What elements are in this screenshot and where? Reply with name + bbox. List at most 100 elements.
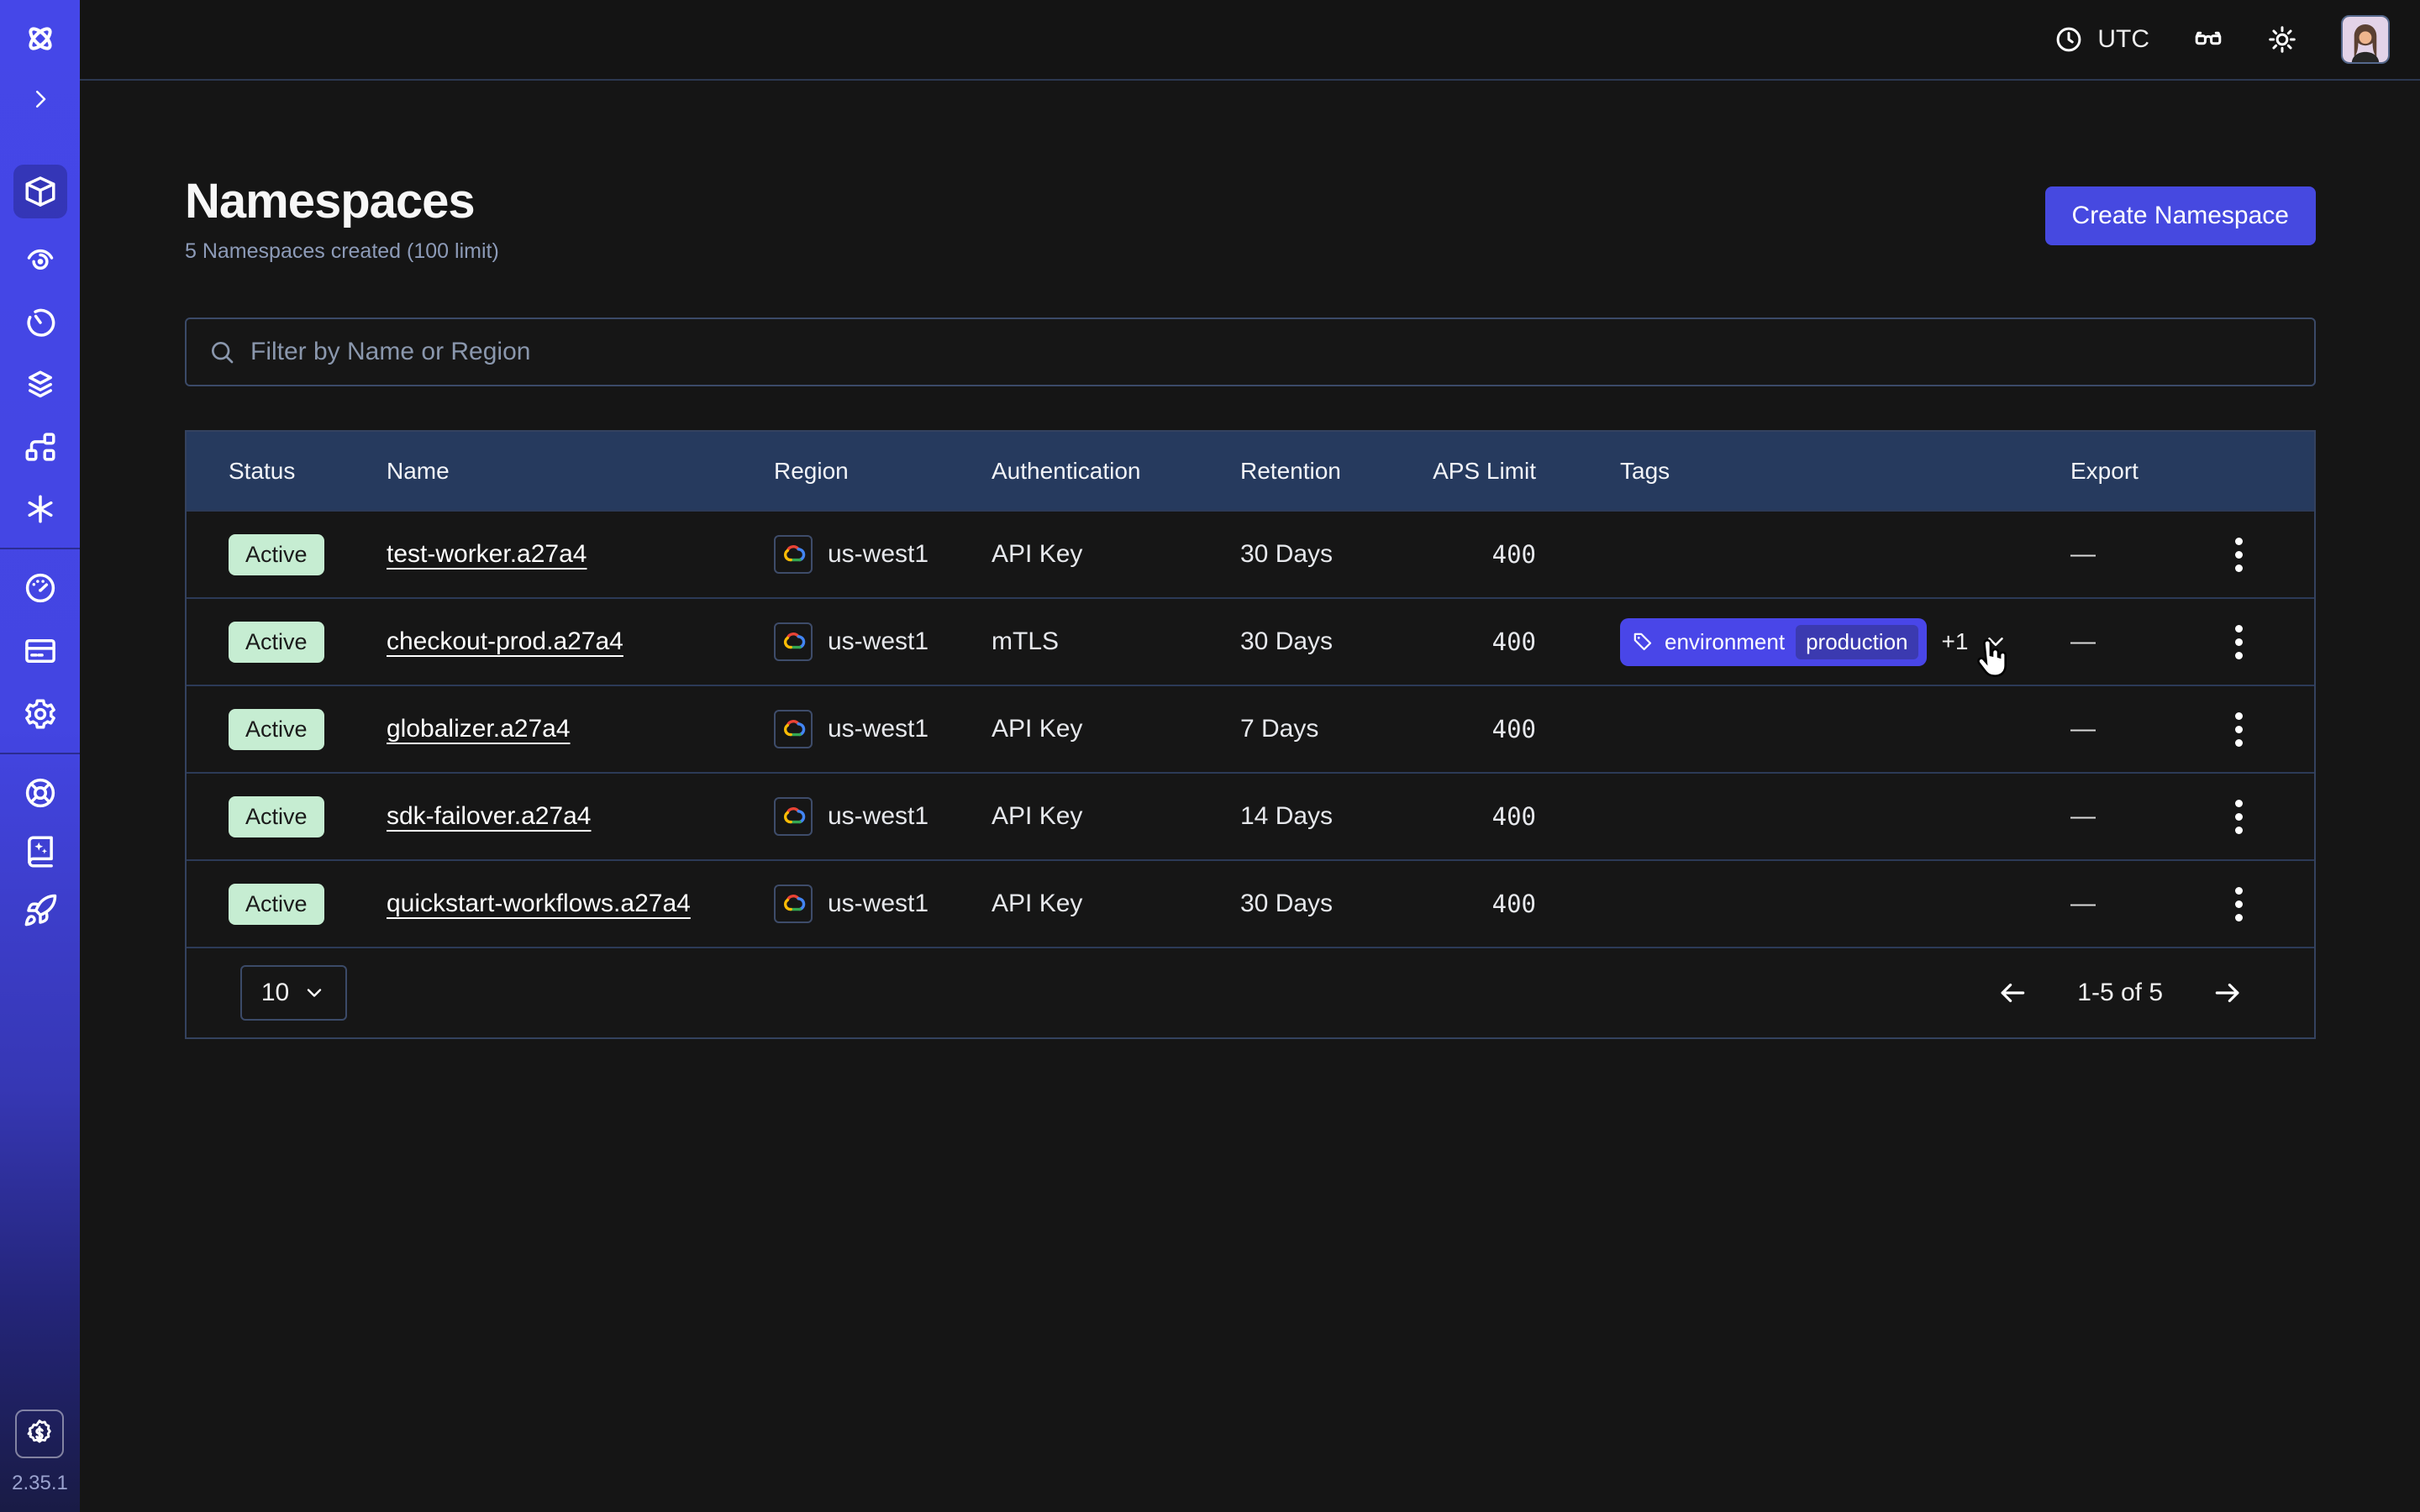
expand-sidebar-icon[interactable] <box>0 79 80 119</box>
glasses-icon[interactable] <box>2193 24 2223 55</box>
filter-input[interactable] <box>250 338 2292 366</box>
table-header: Status Name Region Authentication Retent… <box>187 432 2314 510</box>
spiral-eye-icon <box>23 243 58 278</box>
sidebar-item-deployments[interactable] <box>0 427 80 467</box>
export-value: — <box>2070 540 2196 569</box>
namespace-link[interactable]: globalizer.a27a4 <box>387 715 571 743</box>
credit-card-icon <box>23 633 58 669</box>
filter-bar <box>185 318 2316 386</box>
region-cell: us-west1 <box>774 885 992 923</box>
region-cell: us-west1 <box>774 622 992 661</box>
auth-cell: mTLS <box>992 627 1240 656</box>
col-status: Status <box>229 458 387 485</box>
chevron-down-icon <box>302 981 326 1005</box>
gcp-cloud-icon <box>774 622 813 661</box>
sidebar-item-settings[interactable] <box>0 694 80 734</box>
sun-icon[interactable] <box>2267 24 2297 55</box>
row-menu-button[interactable] <box>2230 882 2248 927</box>
status-badge: Active <box>229 534 324 575</box>
sidebar-item-getting-started[interactable] <box>0 890 80 931</box>
timezone-selector[interactable]: UTC <box>2054 24 2149 55</box>
clock-icon <box>2054 24 2084 55</box>
namespace-link[interactable]: sdk-failover.a27a4 <box>387 802 592 830</box>
namespaces-table: Status Name Region Authentication Retent… <box>185 430 2316 1039</box>
layers-icon <box>23 367 58 402</box>
row-menu-button[interactable] <box>2230 707 2248 752</box>
status-badge: Active <box>229 796 324 837</box>
aps-value: 400 <box>1492 627 1536 656</box>
status-badge: Active <box>229 622 324 663</box>
prev-page-icon[interactable] <box>1996 977 2028 1009</box>
sidebar-item-docs[interactable] <box>0 832 80 872</box>
topbar: UTC <box>80 0 2420 81</box>
namespace-link[interactable]: quickstart-workflows.a27a4 <box>387 890 691 917</box>
col-export: Export <box>2070 458 2196 485</box>
namespace-link[interactable]: test-worker.a27a4 <box>387 540 587 568</box>
cube-icon <box>23 174 58 209</box>
auth-cell: API Key <box>992 890 1240 918</box>
credits-button[interactable] <box>15 1410 64 1458</box>
sidebar-item-schedules[interactable] <box>0 302 80 343</box>
table-footer: 10 1-5 of 5 <box>187 947 2314 1037</box>
tag-key: environment <box>1665 629 1785 655</box>
gcp-cloud-icon <box>774 797 813 836</box>
namespace-count: 5 Namespaces created (100 limit) <box>185 239 499 264</box>
region-cell: us-west1 <box>774 535 992 574</box>
sidebar-item-spiral-eye[interactable] <box>0 240 80 281</box>
tag-pill[interactable]: environment production <box>1620 618 1927 666</box>
gcp-cloud-icon <box>774 710 813 748</box>
user-avatar[interactable] <box>2341 15 2390 64</box>
page-size-select[interactable]: 10 <box>240 965 347 1021</box>
asterisk-icon <box>23 491 58 527</box>
next-page-icon[interactable] <box>2212 977 2244 1009</box>
dollar-badge-icon <box>24 1418 55 1450</box>
main-content: Namespaces 5 Namespaces created (100 lim… <box>80 81 2420 1512</box>
namespace-link[interactable]: checkout-prod.a27a4 <box>387 627 623 655</box>
row-menu-button[interactable] <box>2230 620 2248 664</box>
status-badge: Active <box>229 709 324 750</box>
region-cell: us-west1 <box>774 710 992 748</box>
col-name: Name <box>387 458 774 485</box>
tag-icon <box>1632 631 1654 653</box>
export-value: — <box>2070 802 2196 831</box>
retention-cell: 7 Days <box>1240 715 1431 743</box>
tag-value: production <box>1796 625 1918 659</box>
status-badge: Active <box>229 884 324 925</box>
region-cell: us-west1 <box>774 797 992 836</box>
export-value: — <box>2070 627 2196 656</box>
table-row: Active test-worker.a27a4 us-west1 API Ke… <box>187 510 2314 597</box>
row-menu-button[interactable] <box>2230 533 2248 577</box>
timer-icon <box>23 305 58 340</box>
table-row: Active sdk-failover.a27a4 us-west1 API K… <box>187 772 2314 859</box>
retention-cell: 30 Days <box>1240 627 1431 656</box>
sidebar-item-namespaces[interactable] <box>13 165 67 218</box>
sidebar-divider <box>0 548 80 549</box>
sidebar-item-nexus[interactable] <box>0 489 80 529</box>
search-icon <box>208 339 235 365</box>
gauge-icon <box>23 570 58 606</box>
page-title: Namespaces <box>185 173 499 229</box>
col-retention: Retention <box>1240 458 1431 485</box>
temporal-logo-icon[interactable] <box>0 18 80 59</box>
retention-cell: 14 Days <box>1240 802 1431 831</box>
sidebar: 2.35.1 <box>0 0 80 1512</box>
table-row: Active globalizer.a27a4 us-west1 API Key… <box>187 685 2314 772</box>
table-row: Active quickstart-workflows.a27a4 us-wes… <box>187 859 2314 947</box>
col-tags: Tags <box>1620 458 2070 485</box>
timezone-label: UTC <box>2097 25 2149 54</box>
sidebar-item-usage[interactable] <box>0 568 80 608</box>
create-namespace-button[interactable]: Create Namespace <box>2045 186 2316 245</box>
sidebar-item-billing[interactable] <box>0 631 80 671</box>
sidebar-item-support[interactable] <box>0 773 80 813</box>
col-region: Region <box>774 458 992 485</box>
app-version: 2.35.1 <box>12 1472 68 1495</box>
tag-more-count: +1 <box>1942 628 1969 655</box>
sidebar-item-batch[interactable] <box>0 365 80 405</box>
life-ring-icon <box>23 775 58 811</box>
gear-icon <box>23 696 58 732</box>
aps-value: 400 <box>1492 890 1536 918</box>
sidebar-divider <box>0 753 80 754</box>
row-menu-button[interactable] <box>2230 795 2248 839</box>
col-authentication: Authentication <box>992 458 1240 485</box>
auth-cell: API Key <box>992 802 1240 831</box>
